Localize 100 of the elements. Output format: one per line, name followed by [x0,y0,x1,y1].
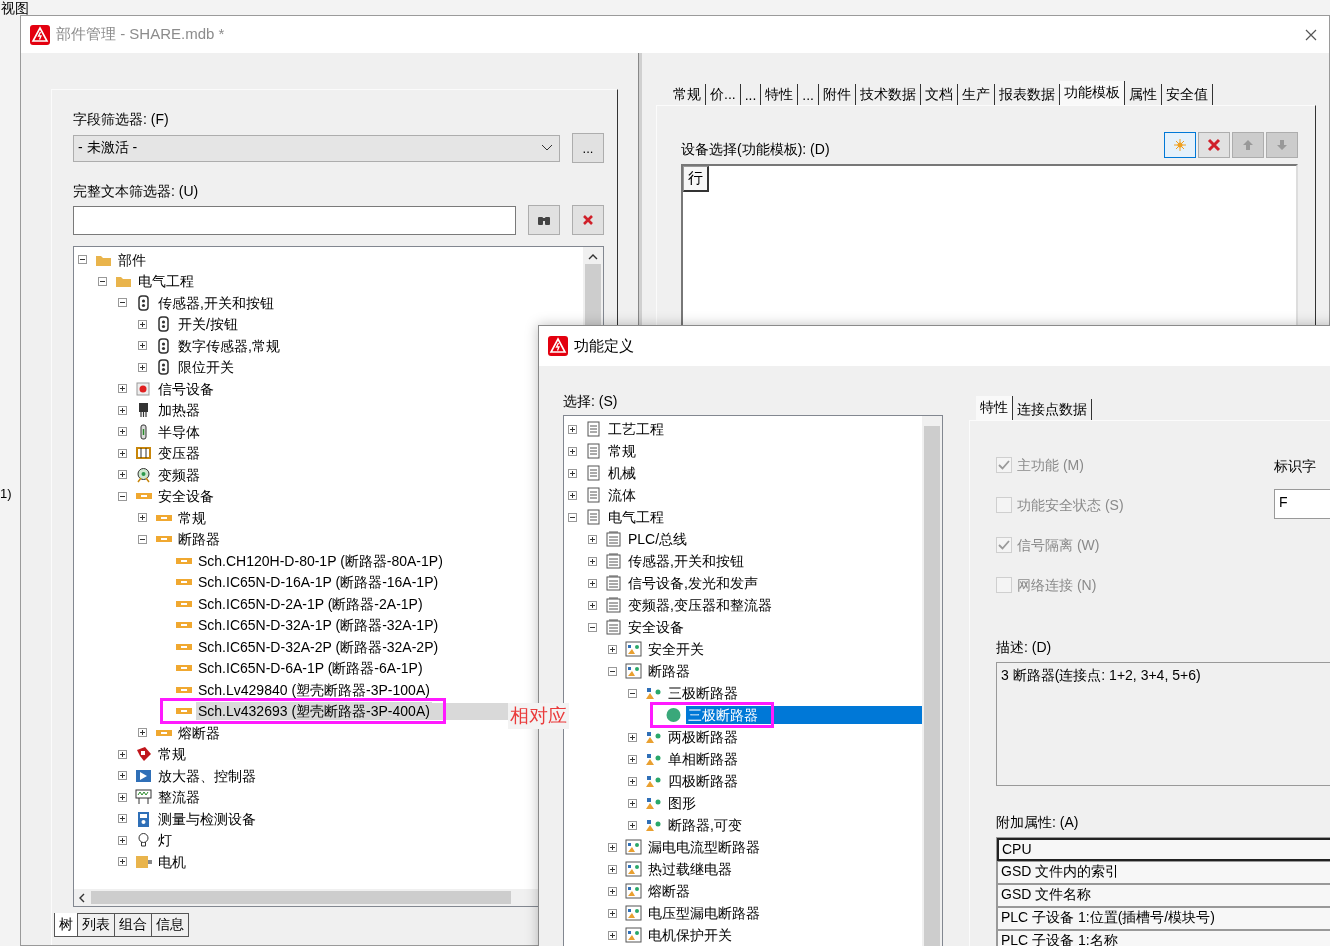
tab[interactable]: 信息 [151,913,189,937]
id-letter-field[interactable]: F [1274,489,1330,519]
tree-item[interactable]: 漏电电流型断路器 [646,838,762,856]
tree-item[interactable]: Sch.Lv432693 (塑壳断路器-3P-400A) [196,702,432,721]
collapse-toggle[interactable] [568,512,577,522]
expand-toggle[interactable] [568,424,577,434]
text-filter-input[interactable] [73,205,516,235]
tree-item[interactable]: 断路器 [646,662,692,680]
browse-button[interactable]: ... [572,133,604,163]
tab[interactable]: 功能模板 [1060,81,1125,105]
expand-toggle[interactable] [628,776,637,786]
tree-item[interactable]: Sch.IC65N-D-6A-1P (断路器-6A-1P) [196,659,425,678]
expand-toggle[interactable] [118,814,127,824]
expand-toggle[interactable] [118,771,127,781]
tree-item[interactable]: 信号设备 [156,379,216,398]
collapse-toggle[interactable] [608,666,617,676]
tree-item[interactable]: 放大器、控制器 [156,766,258,785]
expand-toggle[interactable] [118,427,127,437]
tree-item[interactable]: PLC/总线 [626,530,690,548]
description-field[interactable]: 3 断路器(连接点: 1+2, 3+4, 5+6) [996,662,1330,786]
tree-item[interactable]: 限位开关 [176,358,236,377]
expand-toggle[interactable] [118,792,127,802]
collapse-toggle[interactable] [138,534,147,544]
tree-item[interactable]: Sch.IC65N-D-32A-2P (断路器-32A-2P) [196,637,441,656]
expand-toggle[interactable] [608,930,617,940]
tree-item[interactable]: 单相断路器 [666,750,740,768]
tree-item[interactable]: 灯 [156,831,174,850]
expand-toggle[interactable] [118,857,127,867]
expand-toggle[interactable] [588,600,597,610]
tree-item[interactable]: 安全开关 [646,640,706,658]
tree-item[interactable]: 整流器 [156,788,202,807]
clear-button[interactable] [572,205,604,235]
expand-toggle[interactable] [628,754,637,764]
expand-toggle[interactable] [138,341,147,351]
tree-item[interactable]: 常规 [606,442,638,460]
collapse-toggle[interactable] [118,298,127,308]
tree-item[interactable]: 变频器 [156,465,202,484]
expand-toggle[interactable] [568,446,577,456]
expand-toggle[interactable] [568,490,577,500]
scroll-thumb[interactable] [924,426,940,946]
menu-item[interactable]: 视图 [0,0,1330,16]
collapse-toggle[interactable] [78,255,87,265]
tree-item[interactable]: 变压器 [156,444,202,463]
tree-item[interactable]: 半导体 [156,422,202,441]
tree-item[interactable]: 传感器,开关和按钮 [156,293,276,312]
tree-item[interactable]: Sch.Lv429840 (塑壳断路器-3P-100A) [196,680,432,699]
tab[interactable]: 树 [54,913,78,937]
collapse-toggle[interactable] [588,622,597,632]
tree-item[interactable]: 安全设备 [156,487,216,506]
tree-item[interactable]: 电压型漏电断路器 [646,904,762,922]
expand-toggle[interactable] [628,820,637,830]
expand-toggle[interactable] [138,728,147,738]
tree-item[interactable]: 数字传感器,常规 [176,336,282,355]
tree-item[interactable]: 电气工程 [136,272,196,291]
tree-item[interactable]: 电机 [156,852,188,871]
expand-toggle[interactable] [118,448,127,458]
tree-item[interactable]: 安全设备 [626,618,686,636]
delete-button[interactable] [1198,132,1230,158]
collapse-toggle[interactable] [628,688,637,698]
expand-toggle[interactable] [628,732,637,742]
tab[interactable]: 特性 [976,396,1013,420]
tree-item[interactable]: 电气工程 [606,508,666,526]
property-row[interactable]: PLC 子设备 1:名称 [997,930,1330,946]
expand-toggle[interactable] [608,864,617,874]
expand-toggle[interactable] [118,749,127,759]
collapse-toggle[interactable] [98,276,107,286]
expand-toggle[interactable] [118,384,127,394]
expand-toggle[interactable] [608,644,617,654]
tree-item[interactable]: 断路器,可变 [666,816,744,834]
property-row[interactable]: GSD 文件名称 [997,884,1330,907]
tree-item[interactable]: 三极断路器 [686,706,760,724]
tree-item[interactable]: 热过载继电器 [646,860,734,878]
property-row[interactable]: GSD 文件内的索引 [997,861,1330,884]
property-row[interactable]: PLC 子设备 1:位置(插槽号/模块号) [997,907,1330,930]
tree-item[interactable]: 熔断器 [176,723,222,742]
expand-toggle[interactable] [138,362,147,372]
tree-item[interactable]: 断路器 [176,530,222,549]
scrollbar[interactable] [922,416,942,946]
expand-toggle[interactable] [138,319,147,329]
expand-toggle[interactable] [118,470,127,480]
expand-toggle[interactable] [588,556,597,566]
scroll-thumb[interactable] [91,891,511,904]
find-button[interactable] [528,205,560,235]
tree-item[interactable]: Sch.CH120H-D-80-1P (断路器-80A-1P) [196,551,445,570]
expand-toggle[interactable] [118,835,127,845]
new-button[interactable] [1164,132,1196,158]
tree-item[interactable]: 熔断器 [646,882,692,900]
expand-toggle[interactable] [608,886,617,896]
tree-item[interactable]: 机械 [606,464,638,482]
tree-item[interactable]: 图形 [666,794,698,812]
expand-toggle[interactable] [568,468,577,478]
expand-toggle[interactable] [608,842,617,852]
close-icon[interactable] [1305,28,1317,41]
tree-item[interactable]: 常规 [156,745,188,764]
tree-item[interactable]: Sch.IC65N-D-2A-1P (断路器-2A-1P) [196,594,425,613]
tree-item[interactable]: 传感器,开关和按钮 [626,552,746,570]
expand-toggle[interactable] [588,534,597,544]
tree-item[interactable]: Sch.IC65N-D-16A-1P (断路器-16A-1P) [196,573,441,592]
expand-toggle[interactable] [628,798,637,808]
expand-toggle[interactable] [588,578,597,588]
